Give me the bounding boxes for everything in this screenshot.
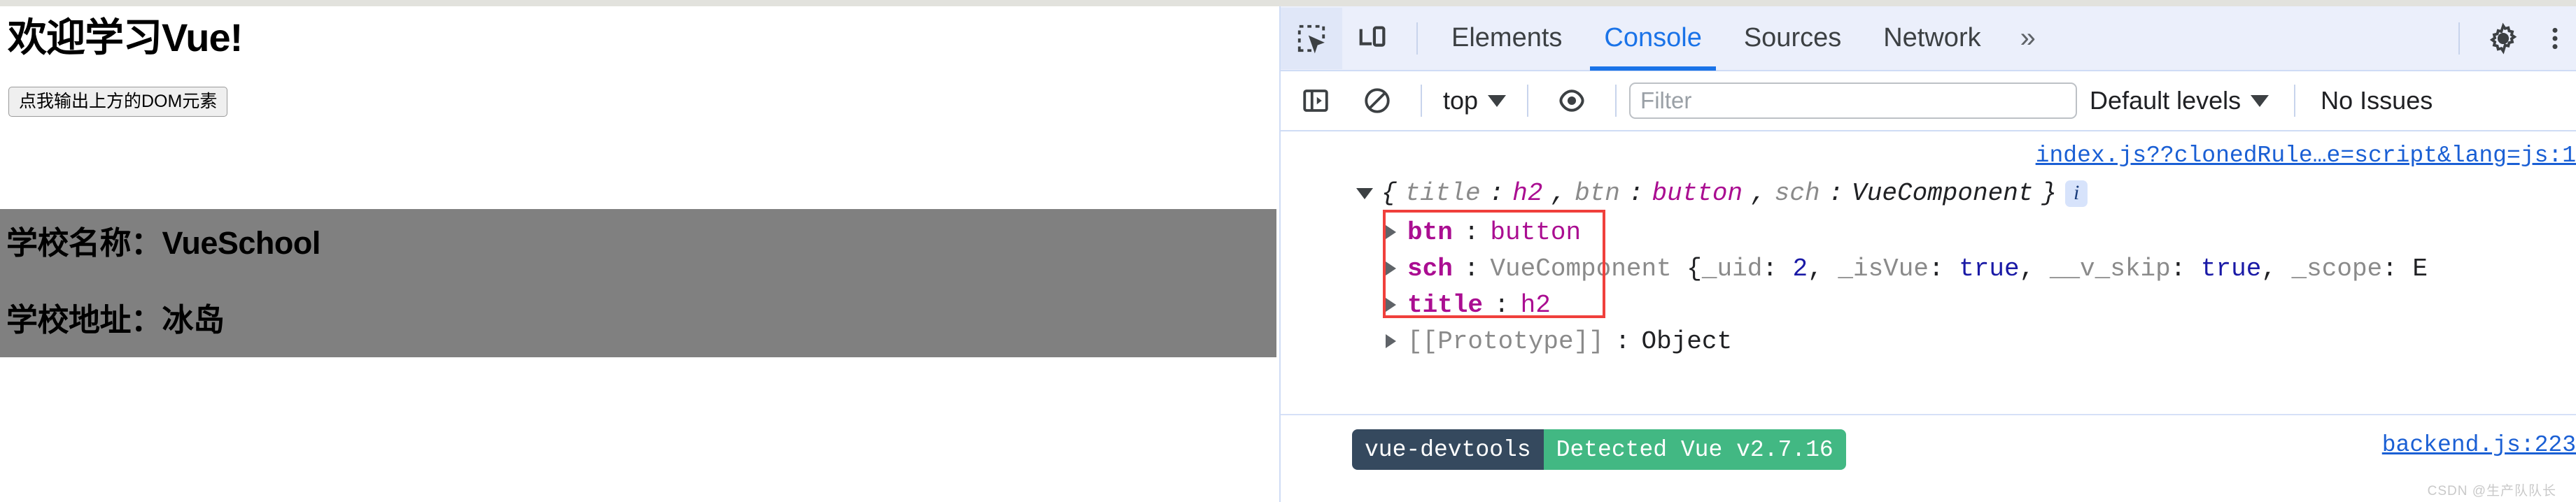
property-key-prototype: [[Prototype]] <box>1407 327 1604 356</box>
property-value-sch: VueComponent {_uid: 2, _isVue: true, __v… <box>1490 254 2428 283</box>
console-property-list: btn: button sch: VueComponent {_uid: 2, … <box>1386 214 2428 359</box>
preview-key-sch: sch <box>1774 179 1820 208</box>
console-levels-selector[interactable]: Default levels <box>2077 86 2281 115</box>
preview-sep-0: : <box>1488 179 1505 208</box>
console-object-preview: { title: h2, btn: button, sch: VueCompone… <box>1356 179 2088 208</box>
property-colon-sch: : <box>1463 254 1479 283</box>
property-value-btn: button <box>1490 217 1582 247</box>
property-value-title: h2 <box>1520 290 1551 320</box>
vue-devtools-badge-value: Detected Vue v2.7.16 <box>1543 429 1846 470</box>
property-row-sch[interactable]: sch: VueComponent {_uid: 2, _isVue: true… <box>1386 250 2428 287</box>
console-filter-toolbar: top Default levels No Issues <box>1281 71 2576 131</box>
clear-console-icon[interactable] <box>1346 70 1408 131</box>
vue-devtools-badge-label: vue-devtools <box>1352 429 1544 470</box>
filterbar-separator-3 <box>1615 85 1617 117</box>
preview-value-btn: button <box>1652 179 1743 208</box>
browser-chrome-strip <box>0 0 2576 6</box>
output-dom-button[interactable]: 点我输出上方的DOM元素 <box>8 87 228 117</box>
filterbar-separator-4 <box>2294 85 2296 117</box>
issues-status[interactable]: No Issues <box>2308 86 2445 115</box>
school-info-box: 学校名称：VueSchool 学校地址：冰岛 <box>0 209 1276 357</box>
filterbar-separator-1 <box>1421 85 1422 117</box>
property-row-btn[interactable]: btn: button <box>1386 214 2428 250</box>
vue-devtools-badge: vue-devtools Detected Vue v2.7.16 <box>1352 429 1846 470</box>
gear-icon[interactable] <box>2472 8 2534 69</box>
filterbar-separator-2 <box>1527 85 1529 117</box>
property-row-prototype[interactable]: [[Prototype]]: Object <box>1386 323 2428 359</box>
property-row-title[interactable]: title: h2 <box>1386 287 2428 323</box>
tab-network[interactable]: Network <box>1862 6 2001 71</box>
devtools-tabbar: Elements Console Sources Network » <box>1281 6 2576 71</box>
preview-comma-0: , <box>1551 179 1567 208</box>
preview-key-title: title <box>1405 179 1481 208</box>
toolbar-separator <box>1416 22 1418 55</box>
tab-elements[interactable]: Elements <box>1430 6 1583 71</box>
property-colon-title: : <box>1494 290 1509 320</box>
console-context-selector[interactable]: top <box>1435 86 1514 115</box>
preview-sep-1: : <box>1628 179 1644 208</box>
rendered-web-page: 欢迎学习Vue! 点我输出上方的DOM元素 学校名称：VueSchool 学校地… <box>0 6 1279 502</box>
school-name-text: 学校名称：VueSchool <box>6 225 321 261</box>
console-output: index.js??clonedRule…e=script&lang=js:1 … <box>1281 131 2576 501</box>
device-toolbar-icon[interactable] <box>1342 8 1404 69</box>
devtools-panel: Elements Console Sources Network » top F… <box>1279 6 2576 502</box>
console-levels-label: Default levels <box>2090 86 2241 115</box>
preview-open-brace: { <box>1381 179 1397 208</box>
kebab-menu-icon[interactable] <box>2534 8 2576 69</box>
expand-triangle-icon[interactable] <box>1386 298 1396 312</box>
expand-triangle-icon[interactable] <box>1386 261 1396 275</box>
console-context-label: top <box>1443 86 1479 115</box>
preview-comma-1: , <box>1751 179 1766 208</box>
preview-value-sch: VueComponent <box>1852 179 2034 208</box>
preview-key-btn: btn <box>1575 179 1620 208</box>
toolbar-separator-right <box>2458 22 2460 55</box>
chevron-double-right-icon[interactable]: » <box>2002 22 2054 54</box>
console-entry-divider <box>1281 414 2576 415</box>
property-colon-btn: : <box>1463 217 1479 247</box>
inspect-element-icon[interactable] <box>1281 7 1342 69</box>
console-filter-input[interactable] <box>1629 83 2078 119</box>
screenshot-root: 欢迎学习Vue! 点我输出上方的DOM元素 学校名称：VueSchool 学校地… <box>0 0 2576 502</box>
console-sidebar-icon[interactable] <box>1285 70 1346 131</box>
property-value-prototype: Object <box>1641 327 1733 356</box>
property-key-btn: btn <box>1407 217 1453 247</box>
csdn-watermark: CSDN @生产队队长 <box>2427 484 2556 499</box>
property-key-title: title <box>1407 290 1484 320</box>
console-source-link[interactable]: index.js??clonedRule…e=script&lang=js:1 <box>2036 143 2576 168</box>
tab-console[interactable]: Console <box>1583 6 1722 71</box>
tab-sources[interactable]: Sources <box>1723 6 1862 71</box>
page-title: 欢迎学习Vue! <box>8 15 243 59</box>
info-badge-icon[interactable]: i <box>2065 180 2088 207</box>
chevron-down-icon <box>2251 94 2269 107</box>
chevron-down-icon <box>1488 94 1507 107</box>
expand-triangle-icon[interactable] <box>1386 334 1396 348</box>
preview-value-title: h2 <box>1512 179 1543 208</box>
property-colon-prototype: : <box>1614 327 1631 356</box>
school-address-text: 学校地址：冰岛 <box>6 302 225 338</box>
property-key-sch: sch <box>1407 254 1453 283</box>
live-expression-eye-icon[interactable] <box>1541 70 1603 131</box>
expand-triangle-icon[interactable] <box>1386 225 1396 239</box>
preview-sep-2: : <box>1828 179 1844 208</box>
backend-source-link[interactable]: backend.js:223 <box>2382 432 2576 458</box>
preview-close-brace: } <box>2041 179 2057 208</box>
expand-triangle-icon[interactable] <box>1356 187 1373 199</box>
